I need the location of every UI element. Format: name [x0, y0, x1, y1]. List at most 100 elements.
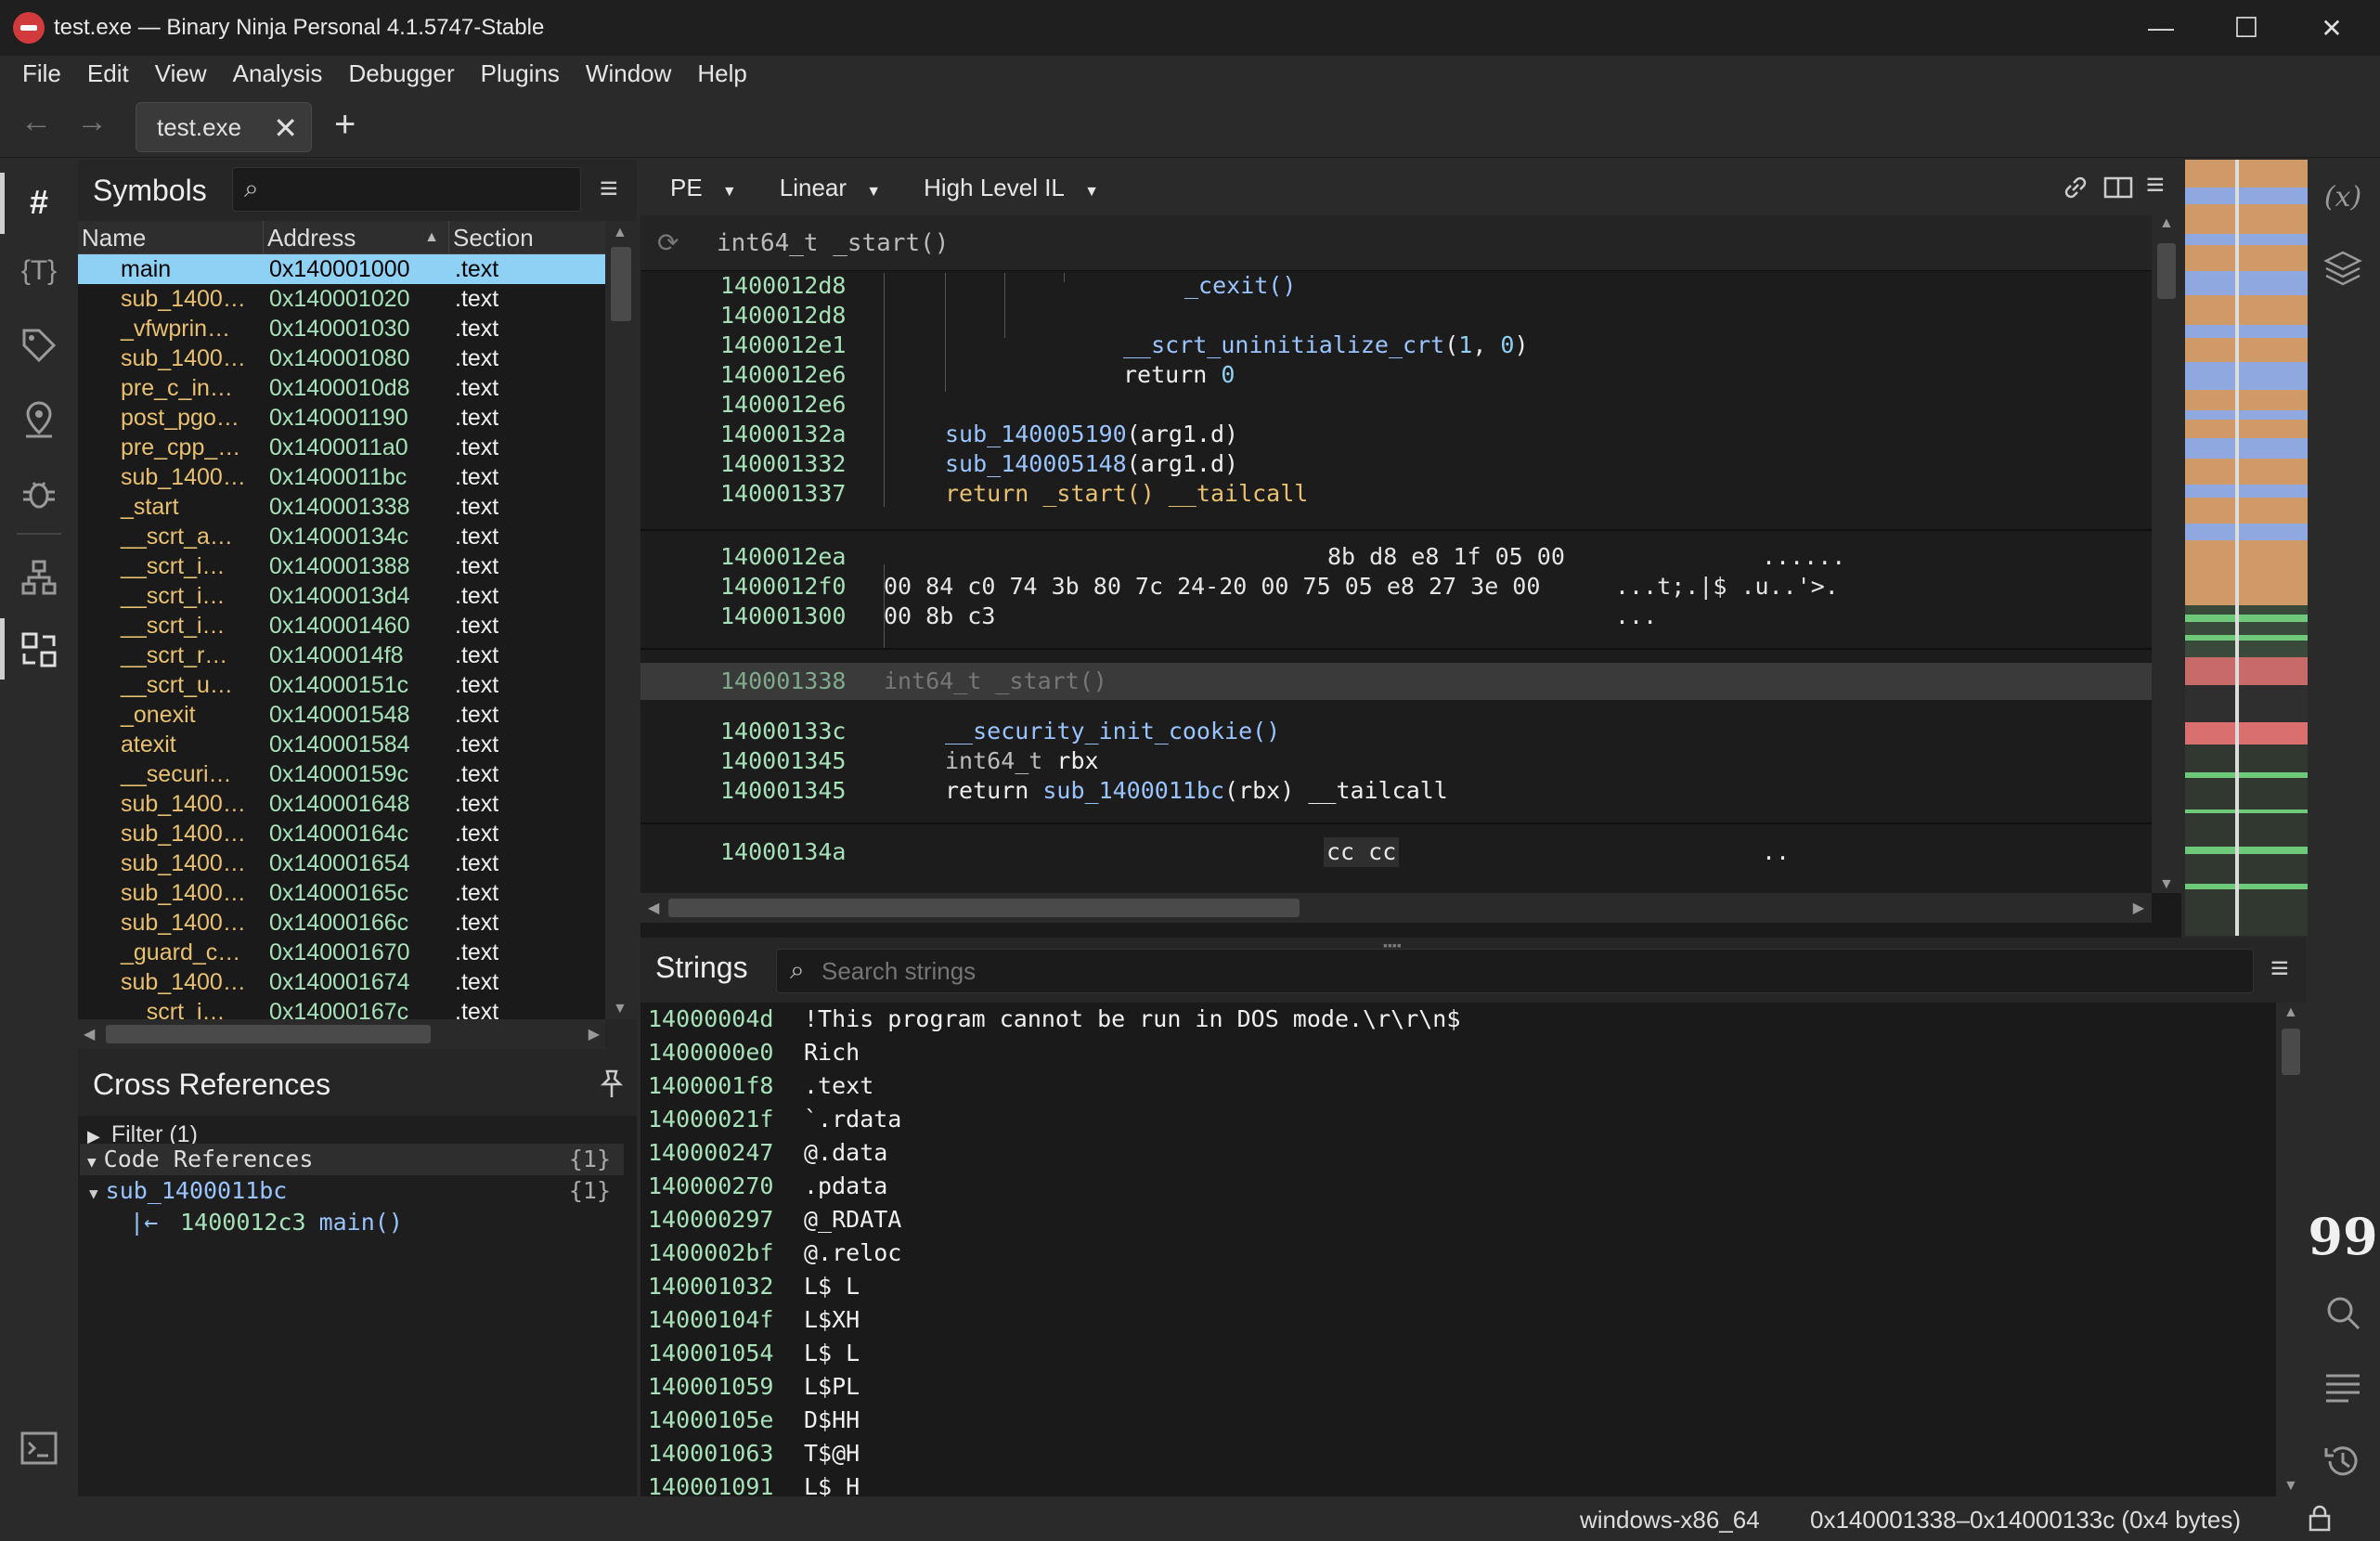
symbol-row[interactable]: __scrt_u… 0x14000151c .text [78, 670, 605, 700]
code-horizontal-scrollbar[interactable]: ◀ ▶ [640, 893, 2152, 923]
selection-range-label[interactable]: 0x140001338–0x14000133c (0x4 bytes) [1810, 1506, 2241, 1535]
symbol-row[interactable]: _start 0x140001338 .text [78, 492, 605, 522]
string-row[interactable]: 140001063 T$@H [640, 1437, 2276, 1470]
symbol-row[interactable]: main 0x140001000 .text [78, 254, 605, 284]
menu-window[interactable]: Window [573, 59, 684, 88]
hex-line[interactable]: 140001300 00 8b c3... [640, 602, 2126, 631]
strings-scrollbar[interactable]: ▲ ▼ [2276, 1003, 2306, 1496]
menu-help[interactable]: Help [684, 59, 759, 88]
symbol-row[interactable]: _vfwprin… 0x140001030 .text [78, 314, 605, 343]
symbol-row[interactable]: __scrt_i… 0x140001388 .text [78, 551, 605, 581]
xref-function-row[interactable]: ▼ sub_1400011bc {1} [80, 1175, 624, 1207]
forward-arrow-icon[interactable]: → [76, 104, 108, 140]
symbols-menu-icon[interactable]: ≡ [600, 171, 618, 207]
symbol-row[interactable]: __securi… 0x14000159c .text [78, 759, 605, 789]
refresh-icon[interactable]: ⟳ [657, 215, 679, 271]
maximize-button[interactable]: ☐ [2204, 0, 2289, 56]
symbol-row[interactable]: _onexit 0x140001548 .text [78, 700, 605, 730]
symbol-row[interactable]: pre_cpp_… 0x1400011a0 .text [78, 433, 605, 462]
string-row[interactable]: 140001059 L$PL [640, 1370, 2276, 1404]
string-row[interactable]: 140001032 L$ L [640, 1270, 2276, 1303]
code-line[interactable]: 14000132a sub_140005190(arg1.d) [640, 420, 2126, 449]
symbol-row[interactable]: sub_1400… 0x1400011bc .text [78, 462, 605, 492]
tab-test-exe[interactable]: test.exe ✕ [136, 102, 312, 152]
pin-icon[interactable] [598, 1069, 626, 1107]
symbol-row[interactable]: __scrt_r… 0x1400014f8 .text [78, 641, 605, 670]
view-menu-icon[interactable]: ≡ [2146, 167, 2165, 203]
col-address[interactable]: Address ▲ [264, 221, 449, 253]
symbols-hash-icon[interactable]: # [17, 180, 61, 225]
strings-search-box[interactable]: ⌕ [776, 949, 2254, 993]
code-line[interactable]: 140001345 int64_t rbx [640, 746, 2126, 776]
hex-line[interactable]: 14000134a cc cc.. [640, 837, 2126, 867]
symbol-row[interactable]: sub_1400… 0x14000166c .text [78, 908, 605, 938]
symbol-row[interactable]: post_pgo… 0x140001190 .text [78, 403, 605, 433]
symbol-row[interactable]: __scrt_i… 0x14000167c .text [78, 997, 605, 1019]
minimize-button[interactable]: — [2118, 0, 2204, 56]
symbols-horizontal-scrollbar[interactable]: ◀ ▶ [78, 1019, 605, 1049]
close-tab-icon[interactable]: ✕ [273, 110, 298, 146]
symbols-search-input[interactable]: ⌕ [232, 167, 581, 212]
symbol-row[interactable]: _guard_c… 0x140001670 .text [78, 938, 605, 967]
debugger-bug-icon[interactable] [17, 472, 61, 516]
symbol-row[interactable]: __scrt_i… 0x1400013d4 .text [78, 581, 605, 611]
string-row[interactable]: 1400002bf @.reloc [640, 1237, 2276, 1270]
xref-code-references-row[interactable]: ▼ Code References {1} [80, 1144, 624, 1175]
symbol-row[interactable]: sub_1400… 0x140001674 .text [78, 967, 605, 997]
hex-line[interactable]: 1400012f0 00 84 c0 74 3b 80 7c 24-20 00 7… [640, 572, 2126, 602]
text-lines-icon[interactable] [2321, 1366, 2365, 1411]
menu-file[interactable]: File [9, 59, 74, 88]
terminal-console-icon[interactable] [17, 1426, 61, 1470]
strings-quote-icon[interactable]: 99 [2308, 1207, 2377, 1266]
xref-entry[interactable]: |← 1400012c3 main() [130, 1207, 403, 1238]
symbol-row[interactable]: sub_1400… 0x140001020 .text [78, 284, 605, 314]
symbol-row[interactable]: sub_1400… 0x14000165c .text [78, 878, 605, 908]
string-row[interactable]: 1400000e0 Rich [640, 1036, 2276, 1069]
strings-search-input[interactable] [821, 953, 2214, 989]
code-line[interactable]: 140001332 sub_140005148(arg1.d) [640, 449, 2126, 479]
string-row[interactable]: 140000297 @_RDATA [640, 1203, 2276, 1237]
close-window-button[interactable]: ✕ [2289, 0, 2374, 56]
layers-icon[interactable] [2321, 247, 2365, 291]
code-line[interactable]: 1400012d8 [640, 301, 2126, 330]
strings-menu-icon[interactable]: ≡ [2270, 951, 2289, 987]
link-icon[interactable] [2061, 173, 2090, 207]
menu-plugins[interactable]: Plugins [468, 59, 573, 88]
code-line[interactable]: 14000133c __security_init_cookie() [640, 717, 2126, 746]
col-name[interactable]: Name [78, 221, 264, 253]
code-vertical-scrollbar[interactable]: ▲ ▼ [2152, 215, 2181, 893]
symbol-row[interactable]: sub_1400… 0x140001654 .text [78, 848, 605, 878]
il-dropdown[interactable]: High Level IL ▼ [909, 174, 1099, 202]
feature-map[interactable] [2185, 160, 2308, 936]
string-row[interactable]: 140000247 @.data [640, 1136, 2276, 1170]
layout-dropdown[interactable]: Linear ▼ [765, 174, 881, 202]
string-row[interactable]: 14000004d !This program cannot be run in … [640, 1003, 2276, 1036]
back-arrow-icon[interactable]: ← [20, 104, 52, 140]
code-line[interactable]: 140001337 return _start() __tailcall [640, 479, 2126, 509]
variables-icon[interactable]: (x) [2321, 175, 2365, 219]
code-line[interactable]: 140001345 return sub_1400011bc(rbx) __tai… [640, 776, 2126, 806]
string-row[interactable]: 1400001f8 .text [640, 1069, 2276, 1103]
menu-edit[interactable]: Edit [74, 59, 142, 88]
symbol-row[interactable]: __scrt_i… 0x140001460 .text [78, 611, 605, 641]
search-icon[interactable] [2321, 1290, 2365, 1335]
new-tab-button[interactable]: + [334, 104, 356, 146]
symbol-row[interactable]: sub_1400… 0x140001648 .text [78, 789, 605, 819]
platform-label[interactable]: windows-x86_64 [1580, 1506, 1760, 1535]
code-line[interactable]: 1400012e1 __scrt_uninitialize_crt(1, 0) [640, 330, 2126, 360]
string-row[interactable]: 140001054 L$ L [640, 1337, 2276, 1370]
menu-debugger[interactable]: Debugger [335, 59, 467, 88]
string-row[interactable]: 140001091 L$ H [640, 1470, 2276, 1496]
cross-references-icon[interactable] [17, 628, 61, 672]
code-line[interactable]: 1400012d8 _cexit() [640, 273, 2126, 301]
symbol-row[interactable]: pre_c_in… 0x1400010d8 .text [78, 373, 605, 403]
location-pin-icon[interactable] [17, 397, 61, 442]
graph-hierarchy-icon[interactable] [17, 555, 61, 600]
string-row[interactable]: 14000105e D$HH [640, 1404, 2276, 1437]
lock-icon[interactable] [2308, 1504, 2332, 1538]
string-row[interactable]: 14000021f `.rdata [640, 1103, 2276, 1136]
code-line[interactable]: 1400012e6 return 0 [640, 360, 2126, 390]
symbol-row[interactable]: sub_1400… 0x140001080 .text [78, 343, 605, 373]
symbol-row[interactable]: __scrt_a… 0x14000134c .text [78, 522, 605, 551]
view-type-dropdown[interactable]: PE ▼ [655, 174, 737, 202]
